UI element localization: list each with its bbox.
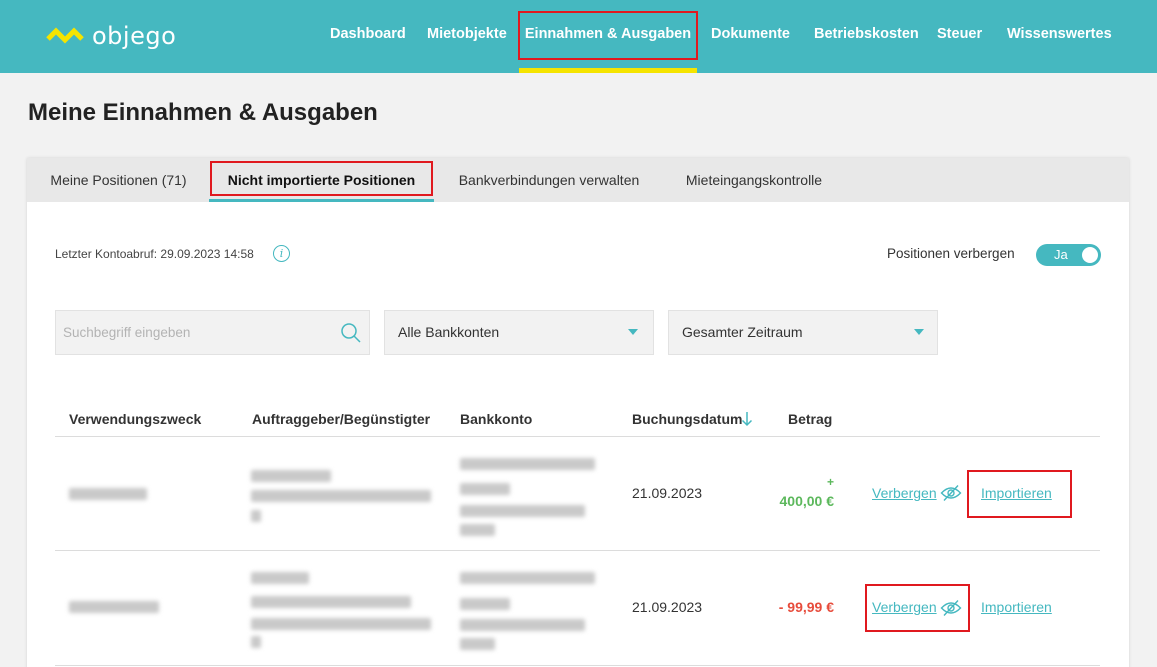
redacted-account [460,458,595,470]
period-select[interactable]: Gesamter Zeitraum [668,310,938,355]
table-divider [55,436,1100,437]
eye-slash-icon[interactable] [940,484,962,502]
nav-steuer[interactable]: Steuer [937,0,982,73]
redacted-payer [251,510,261,522]
amount-sign: + [826,475,834,489]
table-divider [55,550,1100,551]
content-card: Meine Positionen (71) Nicht importierte … [27,158,1129,667]
hide-position-link[interactable]: Verbergen [872,485,937,501]
redacted-account [460,483,510,495]
column-header-betrag[interactable]: Betrag [788,411,832,427]
nav-wissenswertes[interactable]: Wissenswertes [1007,0,1112,73]
column-header-bankkonto[interactable]: Bankkonto [460,411,532,427]
redacted-account [460,572,595,584]
sort-descending-icon[interactable] [741,410,753,428]
redacted-purpose [69,601,159,613]
nav-einnahmen-ausgaben[interactable]: Einnahmen & Ausgaben [519,0,697,73]
hide-position-link[interactable]: Verbergen [872,599,937,615]
redacted-payer [251,470,331,482]
nav-mietobjekte[interactable]: Mietobjekte [427,0,507,73]
period-select-value: Gesamter Zeitraum [682,324,803,340]
last-fetch-text: Letzter Kontoabruf: 29.09.2023 14:58 [55,247,254,261]
redacted-payer [251,490,431,502]
redacted-purpose [69,488,147,500]
nav-dashboard[interactable]: Dashboard [330,0,406,73]
nav-betriebskosten[interactable]: Betriebskosten [814,0,919,73]
table-divider [55,665,1100,666]
tab-nicht-importierte-positionen[interactable]: Nicht importierte Positionen [209,158,434,202]
bank-account-select-value: Alle Bankkonten [398,324,500,340]
info-icon[interactable]: i [273,245,290,262]
page-title: Meine Einnahmen & Ausgaben [28,99,378,126]
hide-positions-label: Positionen verbergen [887,246,1015,261]
redacted-payer [251,618,431,630]
booking-date: 21.09.2023 [632,599,703,615]
toggle-knob [1082,247,1098,263]
import-position-link[interactable]: Importieren [981,599,1052,615]
tab-bar: Meine Positionen (71) Nicht importierte … [27,158,1129,202]
redacted-payer [251,596,411,608]
objego-logo[interactable]: objego [46,22,176,50]
tab-meine-positionen[interactable]: Meine Positionen (71) [49,158,188,202]
nav-dokumente[interactable]: Dokumente [711,0,790,73]
search-box [55,310,370,355]
bank-account-select[interactable]: Alle Bankkonten [384,310,654,355]
column-header-verwendungszweck[interactable]: Verwendungszweck [69,411,201,427]
redacted-account [460,524,495,536]
toggle-label: Ja [1054,247,1068,262]
redacted-account [460,505,585,517]
top-navigation-bar: objego Dashboard Mietobjekte Einnahmen &… [0,0,1157,73]
redacted-account [460,638,495,650]
search-input[interactable] [56,311,326,354]
redacted-account [460,619,585,631]
amount-value: - 99,99 € [778,599,834,615]
column-header-buchungsdatum[interactable]: Buchungsdatum [632,411,742,427]
chevron-down-icon [914,329,924,335]
chevron-down-icon [628,329,638,335]
objego-logo-icon [46,27,84,44]
redacted-payer [251,636,261,648]
import-position-link[interactable]: Importieren [981,485,1052,501]
search-icon[interactable] [340,322,362,344]
tab-bankverbindungen[interactable]: Bankverbindungen verwalten [456,158,642,202]
amount-value: 400,00 € [779,493,835,509]
hide-positions-toggle[interactable]: Ja [1036,244,1101,266]
column-header-auftraggeber[interactable]: Auftraggeber/Begünstigter [252,411,430,427]
booking-date: 21.09.2023 [632,485,703,501]
redacted-account [460,598,510,610]
logo-text: objego [92,22,177,50]
eye-slash-icon[interactable] [940,599,962,617]
redacted-payer [251,572,309,584]
tab-mieteingangskontrolle[interactable]: Mieteingangskontrolle [684,158,824,202]
